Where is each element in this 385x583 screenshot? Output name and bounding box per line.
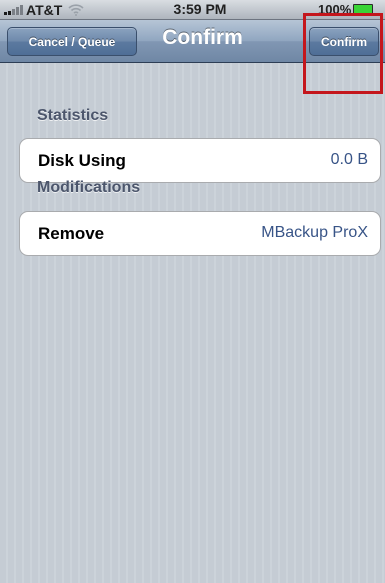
page-title: Confirm: [162, 26, 243, 49]
signal-bars-icon: [4, 5, 23, 15]
status-bar-right: 100%: [318, 1, 374, 18]
battery-icon: [353, 4, 374, 15]
wifi-icon: [68, 4, 84, 16]
remove-row: Remove MBackup ProX: [19, 211, 381, 256]
cancel-queue-button[interactable]: Cancel / Queue: [7, 27, 137, 56]
grouped-table: Statistics Disk Using 0.0 B Modification…: [0, 63, 385, 583]
confirm-button[interactable]: Confirm: [309, 27, 379, 56]
battery-percent: 100%: [318, 2, 352, 17]
carrier-name: AT&T: [26, 2, 63, 18]
remove-value: MBackup ProX: [261, 224, 368, 241]
remove-label: Remove: [38, 224, 105, 243]
section-header-modifications: Modifications: [37, 179, 141, 196]
status-bar: AT&T 3:59 PM 100%: [0, 0, 385, 20]
disk-using-row: Disk Using 0.0 B: [19, 138, 381, 183]
navigation-bar: Cancel / Queue Confirm Confirm: [0, 20, 385, 63]
disk-using-value: 0.0 B: [330, 151, 368, 168]
status-bar-time: 3:59 PM: [173, 1, 227, 17]
status-bar-left: AT&T: [4, 2, 84, 18]
section-header-statistics: Statistics: [37, 107, 109, 124]
disk-using-label: Disk Using: [38, 151, 126, 170]
